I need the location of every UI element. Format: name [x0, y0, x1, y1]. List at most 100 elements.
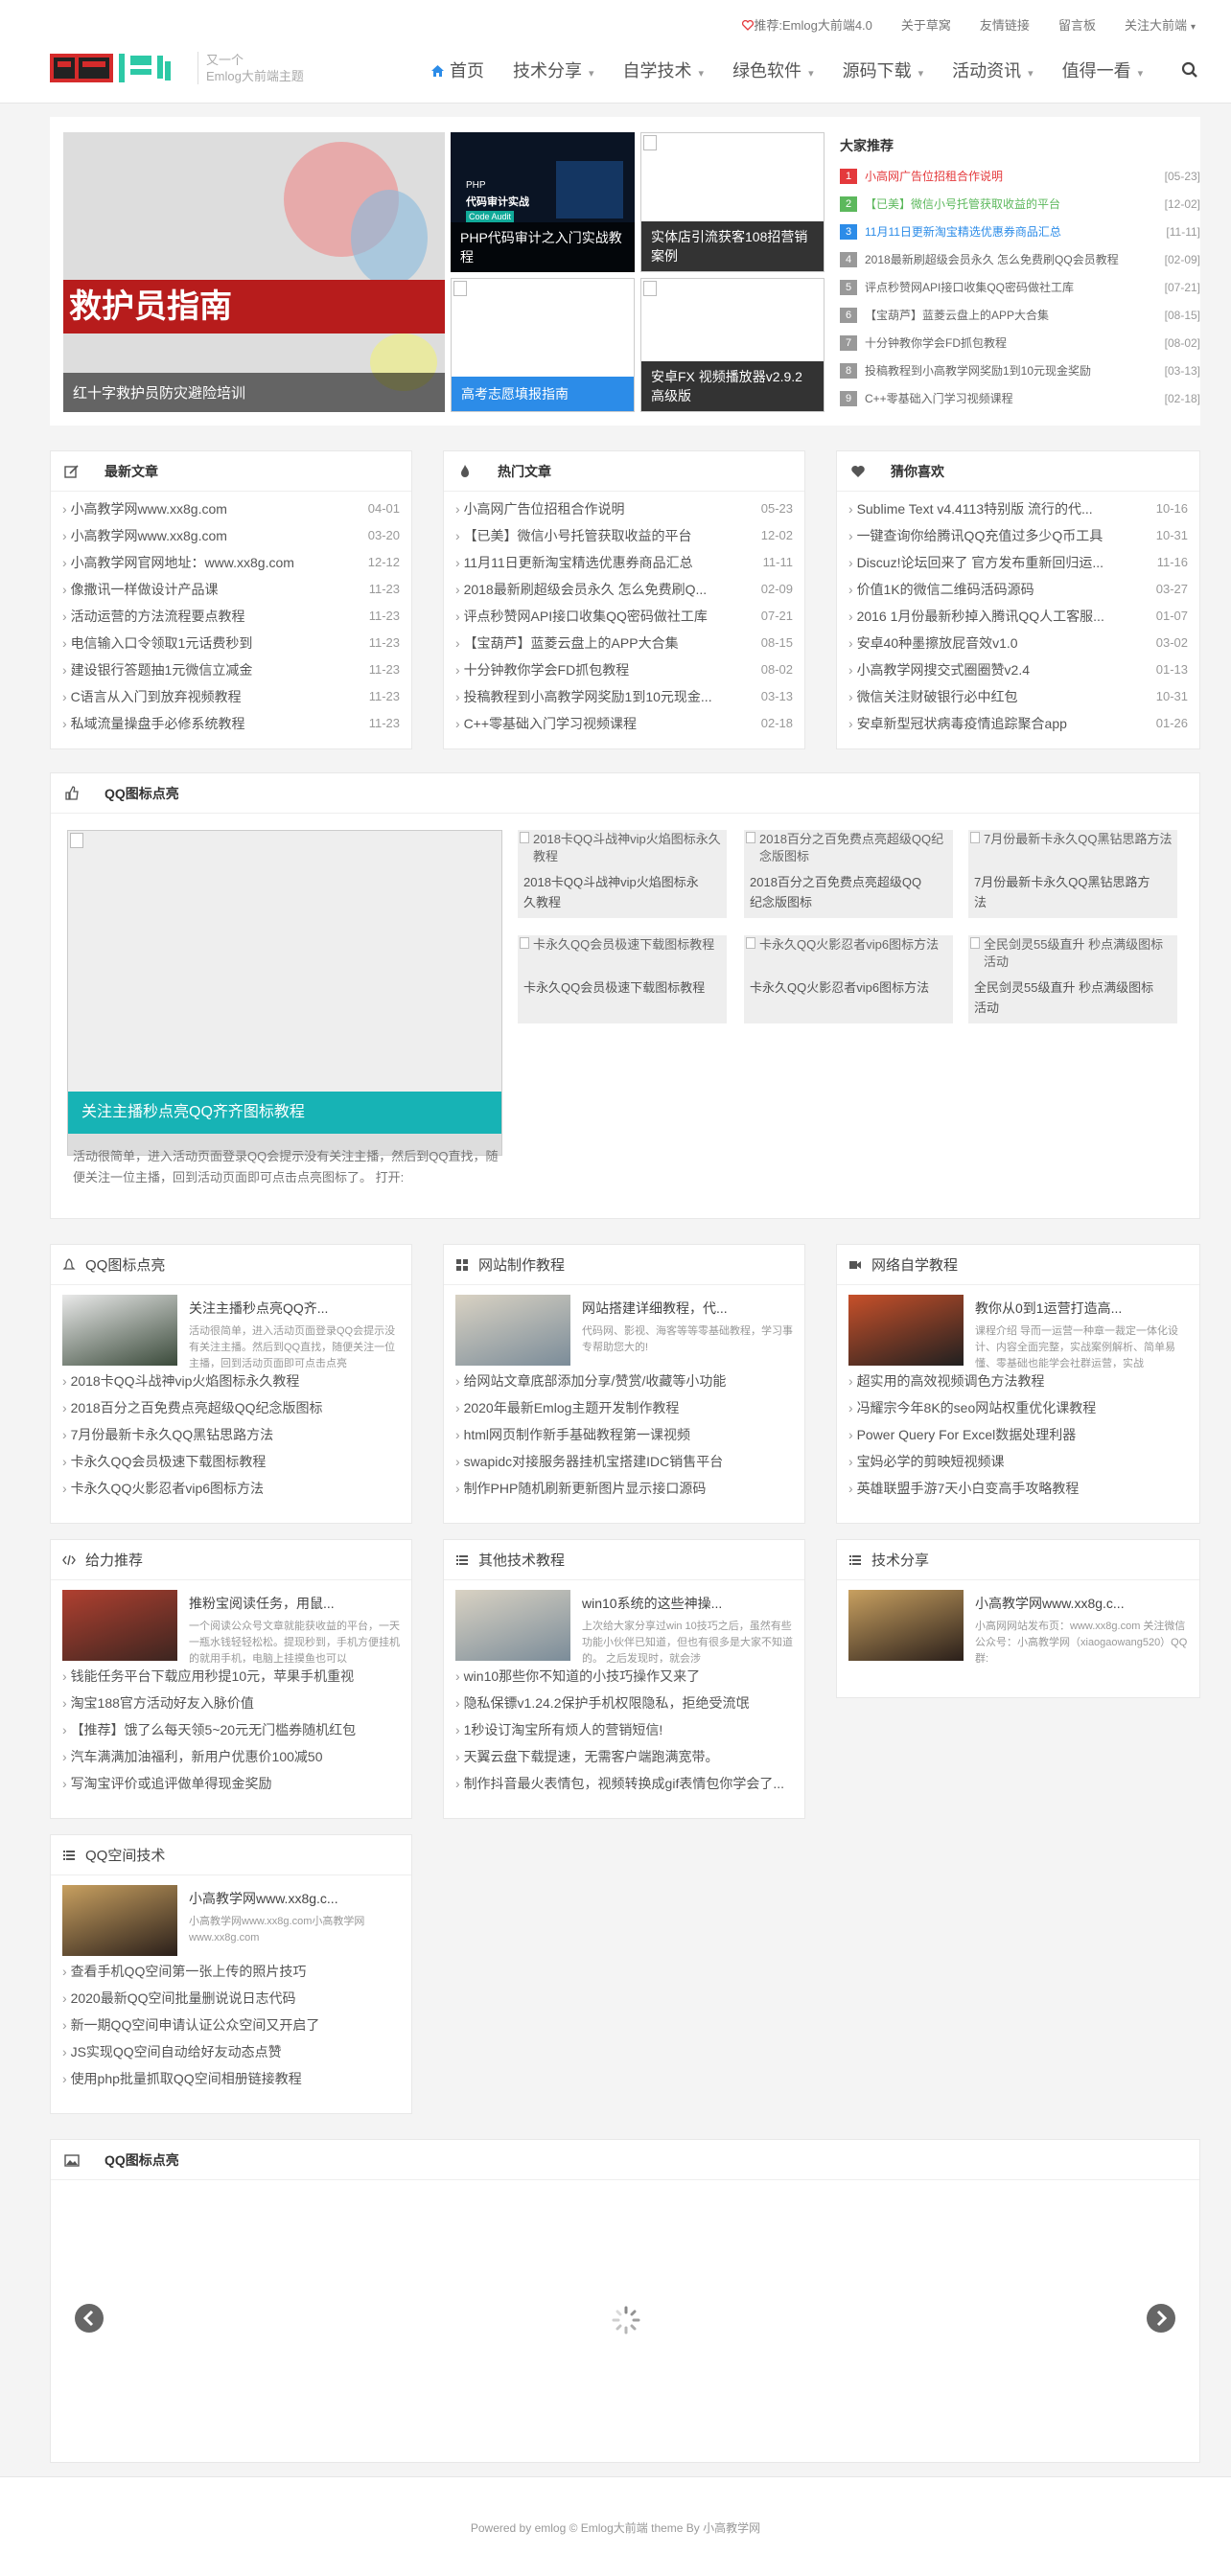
- topbar-link-about[interactable]: 关于草窝: [887, 15, 965, 34]
- list-item[interactable]: 小高教学网www.xx8g.com04-01: [62, 495, 400, 522]
- category-feature[interactable]: win10系统的这些神操... 上次给大家分享过win 10技巧之后，虽然有些功能…: [444, 1580, 804, 1663]
- list-item[interactable]: 像撒讯一样做设计产品课11-23: [62, 576, 400, 603]
- category-feature[interactable]: 教你从0到1运营打造高... 课程介绍 导而一运营一种章一裁定一体化设计、内容全面…: [837, 1285, 1199, 1368]
- list-item[interactable]: 2018最新刷超级会员永久 怎么免费刷Q...02-09: [455, 576, 793, 603]
- category-panel-title[interactable]: 网站制作教程: [478, 1254, 565, 1275]
- list-item[interactable]: 小高教学网www.xx8g.com03-20: [62, 522, 400, 549]
- list-item[interactable]: Sublime Text v4.4113特别版 流行的代...10-16: [848, 495, 1188, 522]
- topbar-link-follow[interactable]: 关注大前端 ▾: [1110, 15, 1210, 34]
- list-item[interactable]: 评点秒赞网API接口收集QQ密码做社工库07-21: [455, 603, 793, 630]
- topbar-link-friends[interactable]: 友情链接: [965, 15, 1044, 34]
- category-list-item[interactable]: 2020最新QQ空间批量删说说日志代码: [51, 1985, 411, 2012]
- chevron-right-icon[interactable]: [1146, 2303, 1176, 2334]
- recommend-item[interactable]: 3 11月11日更新淘宝精选优惠券商品汇总 [11-11]: [840, 218, 1200, 246]
- category-list-item[interactable]: 新一期QQ空间申请认证公众空间又开启了: [51, 2012, 411, 2038]
- category-panel-title[interactable]: 网络自学教程: [871, 1254, 958, 1275]
- category-list-item[interactable]: JS实现QQ空间自动给好友动态点赞: [51, 2038, 411, 2065]
- category-list-item[interactable]: 英雄联盟手游7天小白变高手攻略教程: [837, 1475, 1199, 1502]
- category-list-item[interactable]: 冯耀宗今年8K的seo网站权重优化课教程: [837, 1394, 1199, 1421]
- list-item[interactable]: 小高教学网搜交式圈圈赞v2.401-13: [848, 656, 1188, 683]
- list-item[interactable]: C++零基础入门学习视频课程02-18: [455, 710, 793, 737]
- category-feature[interactable]: 小高教学网www.xx8g.c... 小高网网站发布页：www.xx8g.com …: [837, 1580, 1199, 1663]
- chevron-left-icon[interactable]: [74, 2303, 105, 2334]
- category-list-item[interactable]: 2018百分之百免费点亮超级QQ纪念版图标: [51, 1394, 411, 1421]
- grid-item-php-audit[interactable]: PHP 代码审计实战 Code Audit PHP代码审计之入门实战教程: [451, 132, 635, 272]
- category-list-item[interactable]: swapidc对接服务器挂机宝搭建IDC销售平台: [444, 1448, 804, 1475]
- recommend-item[interactable]: 7 十分钟教你学会FD抓包教程 [08-02]: [840, 330, 1200, 357]
- list-item[interactable]: 十分钟教你学会FD抓包教程08-02: [455, 656, 793, 683]
- category-list-item[interactable]: 2020年最新Emlog主题开发制作教程: [444, 1394, 804, 1421]
- recommend-item[interactable]: 6 【宝葫芦】蓝菱云盘上的APP大合集 [08-15]: [840, 302, 1200, 330]
- list-item[interactable]: 活动运营的方法流程要点教程11-23: [62, 603, 400, 630]
- category-list-item[interactable]: 超实用的高效视频调色方法教程: [837, 1368, 1199, 1394]
- category-list-item[interactable]: 制作抖音最火表情包，视频转换成gif表情包你学会了...: [444, 1770, 804, 1797]
- category-list-item[interactable]: 卡永久QQ火影忍者vip6图标方法: [51, 1475, 411, 1502]
- category-list-item[interactable]: 宝妈必学的剪映短视频课: [837, 1448, 1199, 1475]
- list-item[interactable]: 【宝葫芦】蓝菱云盘上的APP大合集08-15: [455, 630, 793, 656]
- grid-item-fx-player[interactable]: 安卓FX 视频播放器v2.9.2高级版: [640, 278, 825, 412]
- list-item[interactable]: 一键查询你给腾讯QQ充值过多少Q币工具10-31: [848, 522, 1188, 549]
- category-list-item[interactable]: 写淘宝评价或追评做单得现金奖励: [51, 1770, 411, 1797]
- nav-self-study[interactable]: 自学技术 ▾: [609, 58, 719, 82]
- qqicon-thumb[interactable]: 7月份最新卡永久QQ黑钻思路方法 7月份最新卡永久QQ黑钻思路方法: [968, 830, 1177, 918]
- nav-tech-share[interactable]: 技术分享 ▾: [499, 58, 609, 82]
- category-list-item[interactable]: 隐私保镖v1.24.2保护手机权限隐私，拒绝受流氓: [444, 1690, 804, 1716]
- category-list-item[interactable]: 淘宝188官方活动好友入脉价值: [51, 1690, 411, 1716]
- recommend-item[interactable]: 9 C++零基础入门学习视频课程 [02-18]: [840, 385, 1200, 413]
- recommend-item[interactable]: 5 评点秒赞网API接口收集QQ密码做社工库 [07-21]: [840, 274, 1200, 302]
- list-item[interactable]: 建设银行答题抽1元微信立减金11-23: [62, 656, 400, 683]
- nav-worth-seeing[interactable]: 值得一看 ▾: [1048, 58, 1158, 82]
- category-list-item[interactable]: 制作PHP随机刷新更新图片显示接口源码: [444, 1475, 804, 1502]
- category-panel-title[interactable]: QQ图标点亮: [85, 1254, 165, 1275]
- list-item[interactable]: 小高网广告位招租合作说明05-23: [455, 495, 793, 522]
- category-panel-title[interactable]: 给力推荐: [85, 1550, 143, 1570]
- category-list-item[interactable]: 钱能任务平台下载应用秒提10元，苹果手机重视: [51, 1663, 411, 1690]
- qqicon-feature[interactable]: 关注主播秒点亮QQ齐齐图标教程: [67, 830, 502, 1156]
- topbar-promo-link[interactable]: 推荐:Emlog大前端4.0: [728, 15, 887, 34]
- list-item[interactable]: 电信输入口令领取1元话费秒到11-23: [62, 630, 400, 656]
- list-item[interactable]: 微信关注财破银行必中红包10-31: [848, 683, 1188, 710]
- category-list-item[interactable]: 1秒设订淘宝所有烦人的营销短信!: [444, 1716, 804, 1743]
- category-feature[interactable]: 关注主播秒点亮QQ齐... 活动很简单，进入活动页面登录QQ会提示没有关注主播。然…: [51, 1285, 411, 1368]
- slider-main[interactable]: 救护员指南 红十字救护员防灾避险培训: [63, 132, 445, 412]
- site-logo[interactable]: [50, 48, 186, 90]
- grid-item-store-marketing[interactable]: 实体店引流获客108招营销案例: [640, 132, 825, 272]
- list-item[interactable]: C语言从入门到放弃视频教程11-23: [62, 683, 400, 710]
- category-panel-title[interactable]: QQ空间技术: [85, 1845, 165, 1865]
- list-item[interactable]: 小高教学网官网地址：www.xx8g.com12-12: [62, 549, 400, 576]
- category-list-item[interactable]: win10那些你不知道的小技巧操作又来了: [444, 1663, 804, 1690]
- category-list-item[interactable]: 使用php批量抓取QQ空间相册链接教程: [51, 2065, 411, 2092]
- list-item[interactable]: 【已美】微信小号托管获取收益的平台12-02: [455, 522, 793, 549]
- nav-home[interactable]: 首页: [416, 58, 499, 82]
- qqicon-thumb[interactable]: 2018卡QQ斗战神vip火焰图标永久教程 2018卡QQ斗战神vip火焰图标永久…: [518, 830, 727, 918]
- category-feature[interactable]: 小高教学网www.xx8g.c... 小高教学网www.xx8g.com小高教学网…: [51, 1875, 411, 1958]
- topbar-link-guestbook[interactable]: 留言板: [1044, 15, 1110, 34]
- category-list-item[interactable]: 卡永久QQ会员极速下载图标教程: [51, 1448, 411, 1475]
- recommend-item[interactable]: 4 2018最新刷超级会员永久 怎么免费刷QQ会员教程 [02-09]: [840, 246, 1200, 274]
- list-item[interactable]: 11月11日更新淘宝精选优惠券商品汇总11-11: [455, 549, 793, 576]
- qqicon-thumb[interactable]: 卡永久QQ会员极速下载图标教程 卡永久QQ会员极速下载图标教程: [518, 935, 727, 1024]
- category-list-item[interactable]: Power Query For Excel数据处理利器: [837, 1421, 1199, 1448]
- category-feature[interactable]: 推粉宝阅读任务，用鼠... 一个阅读公众号文章就能获收益的平台，一天一瓶水钱轻轻松…: [51, 1580, 411, 1663]
- list-item[interactable]: 2016 1月份最新秒掉入腾讯QQ人工客服...01-07: [848, 603, 1188, 630]
- list-item[interactable]: Discuz!论坛回来了 官方发布重新回归运...11-16: [848, 549, 1188, 576]
- qqicon-thumb[interactable]: 全民剑灵55级直升 秒点满级图标活动 全民剑灵55级直升 秒点满级图标活动: [968, 935, 1177, 1024]
- recommend-item[interactable]: 1 小高网广告位招租合作说明 [05-23]: [840, 163, 1200, 191]
- category-list-item[interactable]: 【推荐】饿了么每天领5~20元无门槛券随机红包: [51, 1716, 411, 1743]
- list-item[interactable]: 安卓40种墨擦放屁音效v1.003-02: [848, 630, 1188, 656]
- search-icon[interactable]: [1181, 61, 1198, 79]
- category-list-item[interactable]: 天翼云盘下载提速，无需客户端跑满宽带。: [444, 1743, 804, 1770]
- category-list-item[interactable]: 给网站文章底部添加分享/赞赏/收藏等小功能: [444, 1368, 804, 1394]
- category-list-item[interactable]: 汽车满满加油福利，新用户优惠价100减50: [51, 1743, 411, 1770]
- nav-source-download[interactable]: 源码下载 ▾: [828, 58, 939, 82]
- qqicon-thumb[interactable]: 卡永久QQ火影忍者vip6图标方法 卡永久QQ火影忍者vip6图标方法: [744, 935, 953, 1024]
- recommend-item[interactable]: 8 投稿教程到小高教学网奖励1到10元现金奖励 [03-13]: [840, 357, 1200, 385]
- category-panel-title[interactable]: 技术分享: [871, 1550, 929, 1570]
- category-list-item[interactable]: html网页制作新手基础教程第一课视频: [444, 1421, 804, 1448]
- category-list-item[interactable]: 7月份最新卡永久QQ黑钻思路方法: [51, 1421, 411, 1448]
- nav-green-software[interactable]: 绿色软件 ▾: [718, 58, 828, 82]
- category-panel-title[interactable]: 其他技术教程: [478, 1550, 565, 1570]
- category-list-item[interactable]: 查看手机QQ空间第一张上传的照片技巧: [51, 1958, 411, 1985]
- list-item[interactable]: 安卓新型冠状病毒疫情追踪聚合app01-26: [848, 710, 1188, 737]
- qqicon-thumb[interactable]: 2018百分之百免费点亮超级QQ纪念版图标 2018百分之百免费点亮超级QQ纪念版…: [744, 830, 953, 918]
